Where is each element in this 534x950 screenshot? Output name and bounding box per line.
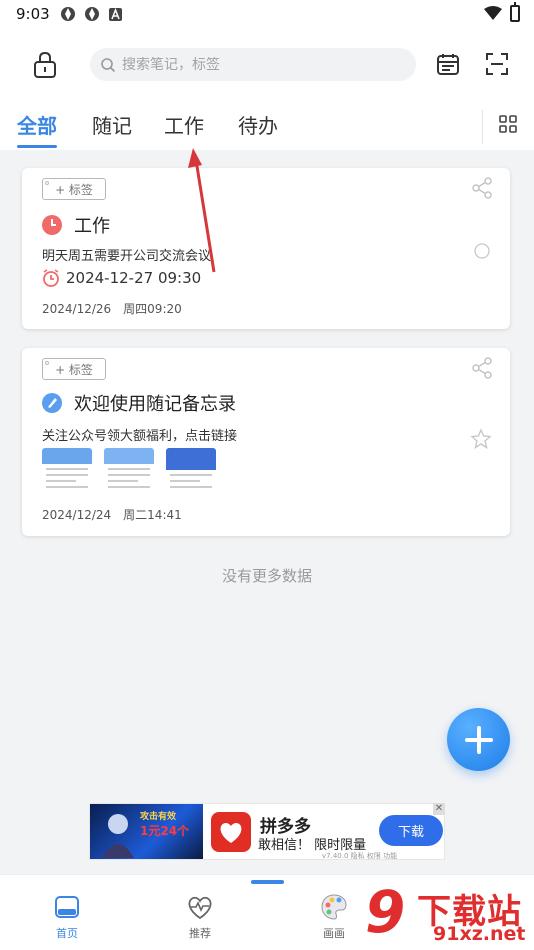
ad-banner[interactable]: 攻击有效 1元24个 拼多多 敢相信！ 限时限量 下载 v7.40.0 隐私 权… [89,803,445,860]
scan-button[interactable] [483,50,511,78]
bottom-sheet-handle[interactable] [251,880,284,884]
calendar-icon [437,54,459,75]
image-thumbnails [42,448,216,494]
note-card[interactable]: + 标签 工作 明天周五需要开公司交流会议 2024-12-27 09:30 2… [22,168,510,329]
wifi-icon [484,6,502,20]
status-time: 9:03 [16,5,50,23]
top-bar: 全部 随记 工作 待办 [0,28,534,150]
note-title: 欢迎使用随记备忘录 [74,394,236,415]
share-icon[interactable] [470,176,494,200]
share-icon[interactable] [470,356,494,380]
note-created: 2024/12/26 周四09:20 [42,302,182,316]
annotation-arrow [188,148,216,273]
alarm-clock-icon [43,269,59,287]
grid-view-button[interactable] [496,112,520,136]
tab-indicator [17,145,57,148]
ad-game-image: 攻击有效 1元24个 [90,804,203,859]
search-bar[interactable] [90,48,416,81]
palette-icon [321,894,347,920]
calendar-button[interactable] [434,50,462,78]
plus-icon [464,725,493,754]
image-thumbnail[interactable] [42,448,92,494]
add-tag-button[interactable]: + 标签 [42,358,106,380]
ad-download-button[interactable]: 下载 [379,815,443,846]
grid-icon [499,115,517,133]
scan-icon [486,53,508,75]
image-thumbnail[interactable] [166,448,216,494]
tab-todo[interactable]: 待办 [238,110,278,139]
battery-icon [510,2,520,22]
watermark: 9 下载站 91xz.net [365,878,526,946]
note-content: 关注公众号领大额福利，点击链接 [42,429,238,444]
home-icon [55,896,79,918]
a-notification-icon [109,8,122,21]
add-note-button[interactable] [447,708,510,771]
tab-work[interactable]: 工作 [164,110,204,139]
app-notification-icon [61,7,75,21]
heart-pulse-icon [188,896,212,920]
nav-recommend[interactable]: 推荐 [170,893,230,941]
note-created: 2024/12/24 周二14:41 [42,508,182,522]
image-thumbnail[interactable] [104,448,154,494]
note-title: 工作 [74,216,110,237]
star-icon[interactable] [470,428,492,450]
search-icon [101,57,116,72]
pinduoduo-logo [211,812,251,852]
tab-divider [482,110,483,144]
note-card[interactable]: + 标签 欢迎使用随记备忘录 关注公众号领大额福利，点击链接 2024/12/2… [22,348,510,536]
checkbox-circle-icon[interactable] [474,243,490,259]
nav-draw[interactable]: 画画 [304,893,364,941]
list-end-text: 没有更多数据 [221,567,312,585]
note-title-row: 工作 [42,212,110,238]
status-bar: 9:03 [0,0,534,28]
ad-close-button[interactable]: ✕ [433,803,445,815]
nav-home[interactable]: 首页 [37,893,97,941]
tab-all[interactable]: 全部 [17,110,57,139]
tab-notes[interactable]: 随记 [92,110,132,139]
reminder-row: 2024-12-27 09:30 [42,269,201,287]
app-notification-icon [85,7,99,21]
add-tag-button[interactable]: + 标签 [42,178,106,200]
search-input[interactable] [122,56,402,73]
clock-icon [42,215,62,235]
tab-bar: 全部 随记 工作 待办 [0,110,534,150]
pen-icon [42,393,62,413]
lock-icon [34,51,56,78]
ad-meta: v7.40.0 隐私 权限 功能 [322,852,398,860]
lock-button[interactable] [30,50,60,80]
note-title-row: 欢迎使用随记备忘录 [42,390,236,416]
